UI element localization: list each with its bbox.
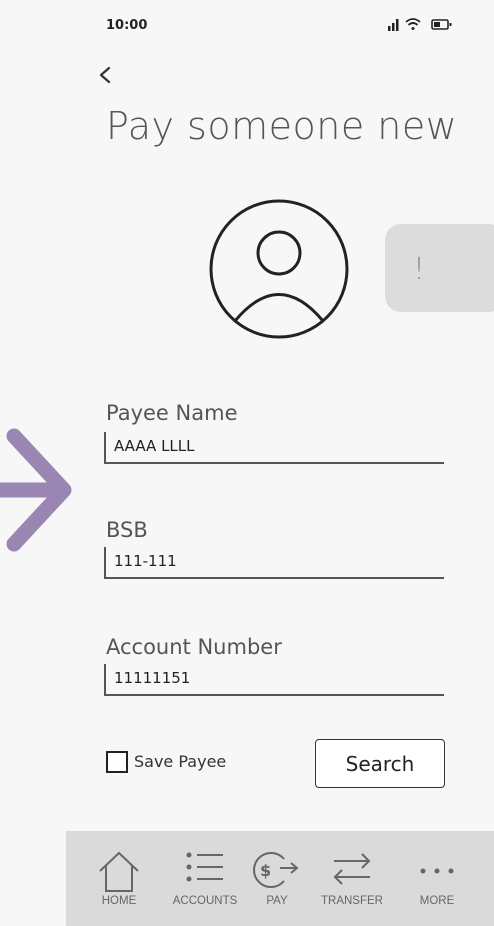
nav-label-more: MORE [419, 895, 455, 907]
save-payee-checkbox[interactable] [106, 751, 128, 773]
wifi-icon [405, 18, 421, 30]
nav-item-transfer[interactable]: TRANSFER [311, 831, 393, 926]
payee-name-input[interactable] [106, 437, 444, 455]
transfer-icon [333, 853, 371, 885]
account-number-input[interactable] [106, 669, 444, 687]
status-icons [388, 18, 452, 31]
nav-item-accounts[interactable]: ACCOUNTS [164, 831, 246, 926]
more-icon [420, 868, 454, 874]
alert-tab-text: ! [413, 252, 426, 287]
bsb-label: BSB [106, 518, 148, 542]
signal-icon [388, 19, 399, 31]
nav-label-transfer: TRANSFER [321, 895, 383, 907]
bsb-input[interactable] [106, 552, 444, 570]
account-number-field-box [104, 664, 444, 696]
list-icon [186, 852, 223, 882]
nav-item-more[interactable]: MORE [396, 831, 478, 926]
nav-item-pay[interactable]: $ PAY [236, 831, 318, 926]
account-number-label: Account Number [106, 635, 282, 659]
status-time: 10:00 [106, 18, 148, 33]
bottom-nav: HOME ACCOUNTS $ PAY TRANSFER MORE [66, 831, 494, 926]
nav-label-accounts: ACCOUNTS [172, 895, 238, 907]
svg-text:$: $ [260, 861, 271, 880]
pay-icon: $ [253, 852, 299, 888]
page-title: Pay someone new [106, 104, 458, 148]
alert-tab[interactable]: ! [385, 224, 494, 312]
payee-name-label: Payee Name [106, 401, 238, 425]
nav-label-home: HOME [101, 895, 137, 907]
bsb-field-box [104, 547, 444, 579]
avatar-icon[interactable] [208, 198, 350, 340]
nav-item-home[interactable]: HOME [78, 831, 160, 926]
search-button[interactable]: Search [315, 739, 445, 788]
home-icon [99, 851, 139, 892]
payee-name-field-box [104, 432, 444, 464]
nav-label-pay: PAY [266, 895, 288, 907]
save-payee-label[interactable]: Save Payee [134, 752, 226, 771]
back-chevron-icon[interactable] [96, 62, 116, 88]
battery-icon [431, 19, 452, 30]
arrow-right-icon [0, 428, 72, 552]
